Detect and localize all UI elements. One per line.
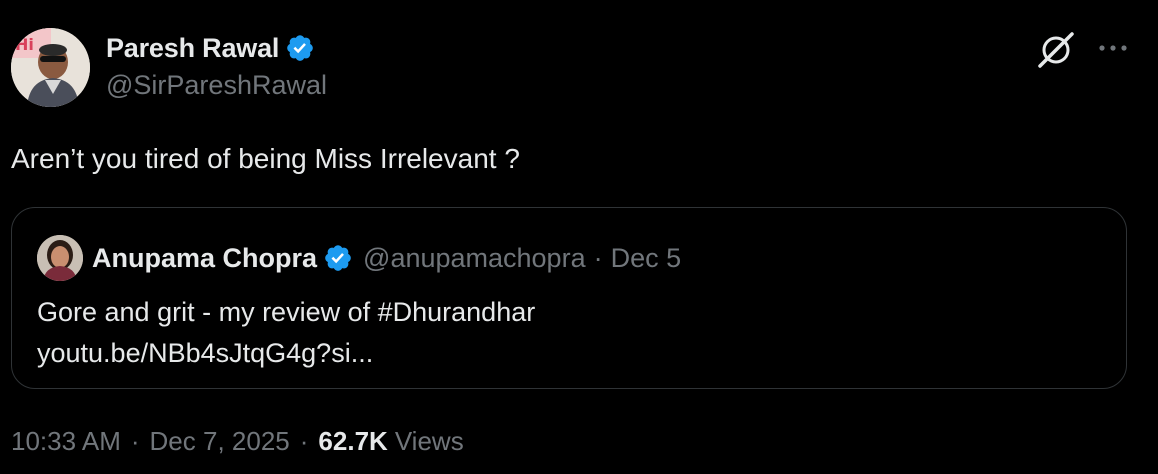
tweet-text: Aren’t you tired of being Miss Irrelevan…: [11, 143, 520, 174]
author-name[interactable]: Paresh Rawal: [106, 33, 279, 64]
views-label[interactable]: Views: [395, 426, 464, 457]
author-info: Paresh Rawal @SirPareshRawal: [106, 30, 327, 101]
svg-text:Hi: Hi: [15, 35, 34, 54]
separator-dot: ·: [299, 426, 309, 456]
verified-badge-icon: [323, 243, 353, 273]
separator-dot: ·: [593, 242, 603, 273]
author-avatar[interactable]: Hi: [11, 28, 90, 107]
separator-dot: ·: [130, 426, 140, 456]
quoted-author-name: Anupama Chopra: [92, 242, 318, 273]
quoted-tweet-link: youtu.be/NBb4sJtqG4g?si...: [37, 338, 374, 368]
author-name-row: Paresh Rawal: [106, 30, 327, 66]
more-options-icon[interactable]: [1096, 36, 1130, 60]
verified-badge-icon[interactable]: [285, 33, 315, 63]
quoted-tweet-text: Gore and grit - my review of #Dhurandhar: [37, 297, 536, 327]
quoted-tweet-header: Anupama Chopra @anupamachopra · Dec 5: [92, 238, 681, 278]
tweet-meta: 10:33 AM · Dec 7, 2025 · 62.7K Views: [11, 426, 464, 457]
quoted-tweet-date: Dec 5: [610, 242, 682, 273]
quoted-author-avatar: [37, 235, 83, 281]
grok-icon[interactable]: [1036, 30, 1076, 70]
views-count[interactable]: 62.7K: [318, 426, 387, 457]
quoted-tweet-card[interactable]: Anupama Chopra @anupamachopra · Dec 5 Go…: [11, 207, 1127, 389]
tweet-time[interactable]: 10:33 AM: [11, 426, 121, 457]
quoted-tweet-body: Gore and grit - my review of #Dhurandhar…: [37, 292, 535, 374]
author-handle[interactable]: @SirPareshRawal: [106, 70, 327, 101]
quoted-author-handle: @anupamachopra: [363, 242, 586, 273]
tweet-date[interactable]: Dec 7, 2025: [150, 426, 290, 457]
